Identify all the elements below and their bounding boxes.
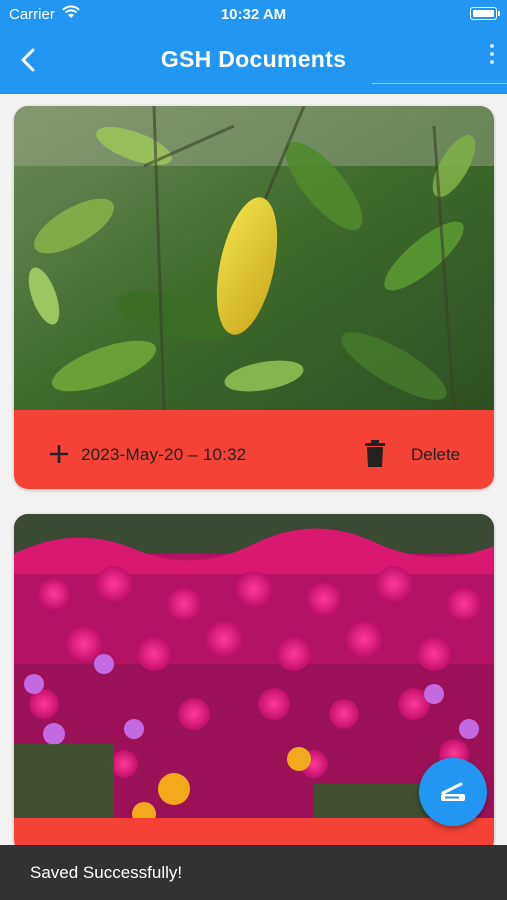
more-dot-icon xyxy=(490,52,494,56)
app-bar-divider xyxy=(372,83,507,84)
document-card: 2023-May-20 – 10:32 Delete xyxy=(14,106,494,489)
add-icon[interactable] xyxy=(46,441,72,467)
card-footer: 2023-May-20 – 10:32 Delete xyxy=(14,410,494,489)
scan-document-button[interactable] xyxy=(419,758,487,826)
snackbar-message: Saved Successfully! xyxy=(30,863,183,882)
snackbar: Saved Successfully! xyxy=(0,845,507,900)
top-bar: Carrier 10:32 AM GSH Documents xyxy=(0,0,507,94)
more-options-button[interactable] xyxy=(485,42,499,68)
document-date: 2023-May-20 – 10:32 xyxy=(81,445,247,464)
more-dot-icon xyxy=(490,44,494,48)
page-title: GSH Documents xyxy=(160,46,347,72)
status-bar: Carrier 10:32 AM xyxy=(0,0,507,28)
document-photo-flowers[interactable] xyxy=(14,514,494,818)
status-time: 10:32 AM xyxy=(220,6,287,23)
scanner-icon xyxy=(441,782,465,801)
more-dot-icon xyxy=(490,60,494,64)
trash-icon[interactable] xyxy=(364,440,386,468)
battery-icon xyxy=(470,7,500,20)
document-photo-leaves[interactable] xyxy=(14,106,494,410)
delete-button[interactable]: Delete xyxy=(411,445,460,465)
app-bar: GSH Documents xyxy=(0,28,507,94)
